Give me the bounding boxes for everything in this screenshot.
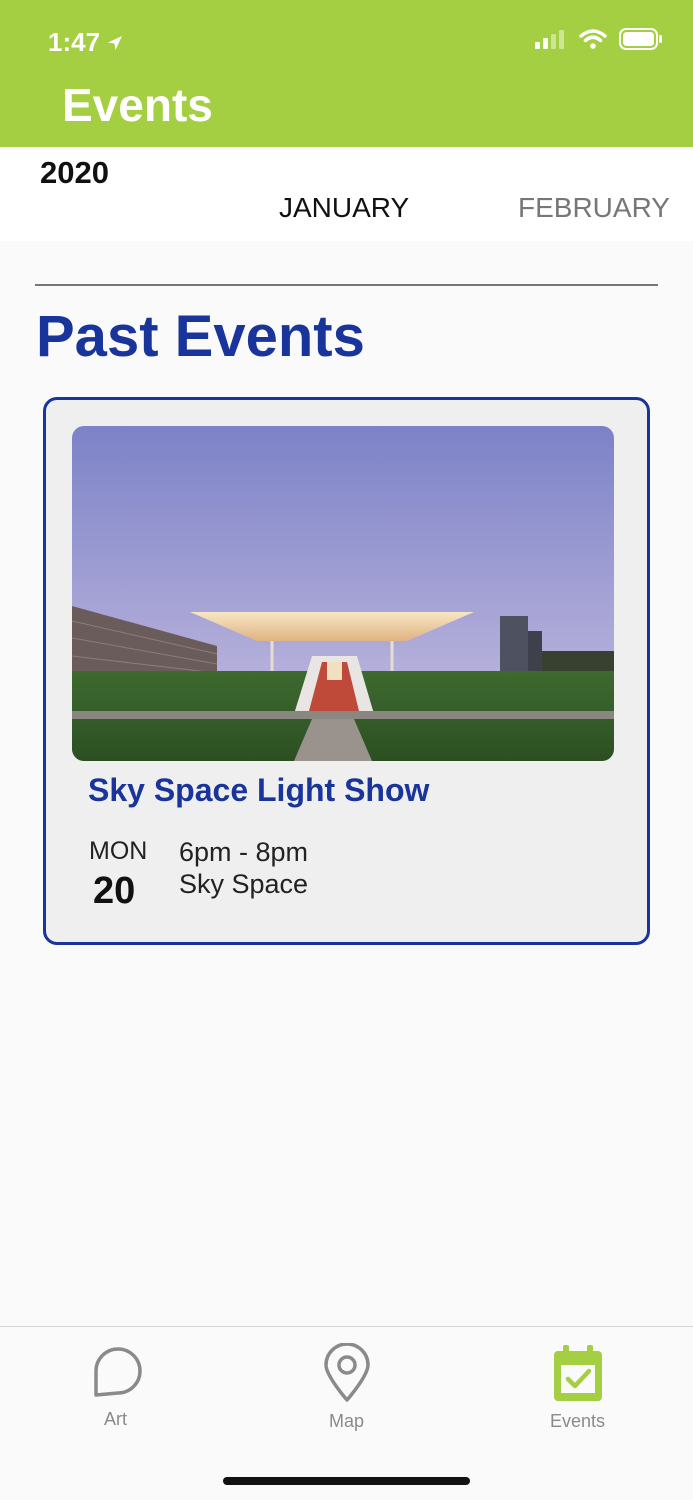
- app-header: 1:47 Events: [0, 0, 693, 147]
- event-location: Sky Space: [179, 869, 309, 899]
- map-pin-icon: [323, 1343, 370, 1402]
- event-day-number: 20: [93, 870, 136, 912]
- status-time-text: 1:47: [48, 27, 101, 57]
- event-title[interactable]: Sky Space Light Show: [88, 772, 429, 809]
- speech-bubble-icon: [93, 1347, 142, 1397]
- section-divider: [35, 284, 658, 286]
- home-indicator[interactable]: [223, 1477, 470, 1485]
- month-selector: 2020 JANUARY FEBRUARY: [0, 147, 693, 241]
- month-tab-february[interactable]: FEBRUARY: [518, 192, 670, 224]
- wifi-icon: [579, 29, 607, 49]
- year-label: 2020: [40, 155, 109, 190]
- tab-events-label: Events: [549, 1411, 606, 1431]
- event-image: [72, 426, 614, 761]
- bottom-tab-bar: Art Map Events: [0, 1326, 693, 1500]
- battery-icon: [619, 28, 662, 50]
- tab-events[interactable]: Events: [462, 1327, 693, 1457]
- event-card[interactable]: Sky Space Light Show MON 20 6pm - 8pm Sk…: [43, 397, 650, 945]
- page-title: Events: [62, 79, 213, 131]
- tab-art-label: Art: [103, 1409, 127, 1429]
- status-indicators: [535, 28, 663, 50]
- skyspace-photo: [72, 426, 614, 761]
- signal-icon: [535, 30, 564, 49]
- tab-map[interactable]: Map: [231, 1327, 462, 1457]
- event-day-name: MON: [89, 837, 148, 865]
- calendar-check-icon: [553, 1345, 602, 1401]
- status-time: 1:47: [48, 27, 124, 58]
- section-title: Past Events: [36, 304, 365, 369]
- location-arrow-icon: [108, 35, 123, 50]
- tab-map-label: Map: [328, 1411, 364, 1431]
- month-tab-january[interactable]: JANUARY: [279, 192, 409, 224]
- event-time: 6pm - 8pm: [179, 837, 309, 867]
- tab-art[interactable]: Art: [0, 1327, 231, 1457]
